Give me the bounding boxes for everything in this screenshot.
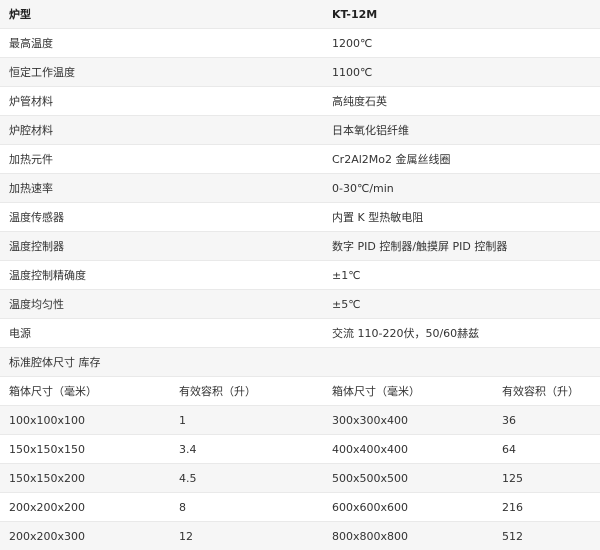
header-value: KT-12M (323, 0, 600, 29)
size-cell: 12 (170, 522, 323, 550)
spec-value: 数字 PID 控制器/触摸屏 PID 控制器 (323, 232, 600, 261)
size-cell: 36 (493, 406, 600, 435)
spec-row: 加热速率0-30℃/min (0, 174, 600, 203)
size-header-cell: 有效容积（升） (170, 377, 323, 406)
spec-label: 温度传感器 (0, 203, 323, 232)
spec-table: 炉型 KT-12M 最高温度1200℃恒定工作温度1100℃炉管材料高纯度石英炉… (0, 0, 600, 550)
size-cell: 4.5 (170, 464, 323, 493)
spec-row: 温度均匀性±5℃ (0, 290, 600, 319)
size-cell: 512 (493, 522, 600, 550)
size-row: 200x200x2008600x600x600216 (0, 493, 600, 522)
spec-row: 炉管材料高纯度石英 (0, 87, 600, 116)
header-row: 炉型 KT-12M (0, 0, 600, 29)
size-cell: 64 (493, 435, 600, 464)
spec-value: 交流 110-220伏，50/60赫兹 (323, 319, 600, 348)
size-cell: 8 (170, 493, 323, 522)
size-cell: 800x800x800 (323, 522, 493, 550)
spec-value: 0-30℃/min (323, 174, 600, 203)
spec-value: 1200℃ (323, 29, 600, 58)
size-cell: 200x200x300 (0, 522, 170, 550)
size-cell: 300x300x400 (323, 406, 493, 435)
spec-value: ±5℃ (323, 290, 600, 319)
spec-label: 温度控制器 (0, 232, 323, 261)
section-title: 标准腔体尺寸 库存 (0, 348, 600, 377)
size-cell: 150x150x150 (0, 435, 170, 464)
size-cell: 100x100x100 (0, 406, 170, 435)
size-header-cell: 箱体尺寸（毫米） (323, 377, 493, 406)
size-cell: 150x150x200 (0, 464, 170, 493)
size-cell: 125 (493, 464, 600, 493)
size-cell: 500x500x500 (323, 464, 493, 493)
spec-row: 加热元件Cr2Al2Mo2 金属丝线圈 (0, 145, 600, 174)
spec-row: 温度控制精确度±1℃ (0, 261, 600, 290)
spec-value: 日本氧化铝纤维 (323, 116, 600, 145)
size-header-row: 箱体尺寸（毫米）有效容积（升）箱体尺寸（毫米）有效容积（升） (0, 377, 600, 406)
size-row: 100x100x1001300x300x40036 (0, 406, 600, 435)
spec-row: 电源交流 110-220伏，50/60赫兹 (0, 319, 600, 348)
spec-value: Cr2Al2Mo2 金属丝线圈 (323, 145, 600, 174)
section-row: 标准腔体尺寸 库存 (0, 348, 600, 377)
spec-value: 1100℃ (323, 58, 600, 87)
size-row: 200x200x30012800x800x800512 (0, 522, 600, 550)
spec-label: 最高温度 (0, 29, 323, 58)
spec-label: 加热元件 (0, 145, 323, 174)
size-cell: 3.4 (170, 435, 323, 464)
spec-label: 温度均匀性 (0, 290, 323, 319)
size-header-cell: 箱体尺寸（毫米） (0, 377, 170, 406)
size-header-cell: 有效容积（升） (493, 377, 600, 406)
spec-label: 炉管材料 (0, 87, 323, 116)
spec-row: 温度传感器内置 K 型热敏电阻 (0, 203, 600, 232)
header-label: 炉型 (0, 0, 323, 29)
spec-row: 炉腔材料日本氧化铝纤维 (0, 116, 600, 145)
spec-label: 温度控制精确度 (0, 261, 323, 290)
size-cell: 200x200x200 (0, 493, 170, 522)
spec-row: 最高温度1200℃ (0, 29, 600, 58)
spec-table-body: 炉型 KT-12M 最高温度1200℃恒定工作温度1100℃炉管材料高纯度石英炉… (0, 0, 600, 550)
spec-value: 高纯度石英 (323, 87, 600, 116)
size-cell: 1 (170, 406, 323, 435)
spec-row: 恒定工作温度1100℃ (0, 58, 600, 87)
size-row: 150x150x1503.4400x400x40064 (0, 435, 600, 464)
size-cell: 216 (493, 493, 600, 522)
spec-label: 电源 (0, 319, 323, 348)
size-row: 150x150x2004.5500x500x500125 (0, 464, 600, 493)
spec-label: 炉腔材料 (0, 116, 323, 145)
spec-label: 恒定工作温度 (0, 58, 323, 87)
size-cell: 400x400x400 (323, 435, 493, 464)
spec-value: 内置 K 型热敏电阻 (323, 203, 600, 232)
spec-row: 温度控制器数字 PID 控制器/触摸屏 PID 控制器 (0, 232, 600, 261)
size-cell: 600x600x600 (323, 493, 493, 522)
spec-label: 加热速率 (0, 174, 323, 203)
spec-value: ±1℃ (323, 261, 600, 290)
